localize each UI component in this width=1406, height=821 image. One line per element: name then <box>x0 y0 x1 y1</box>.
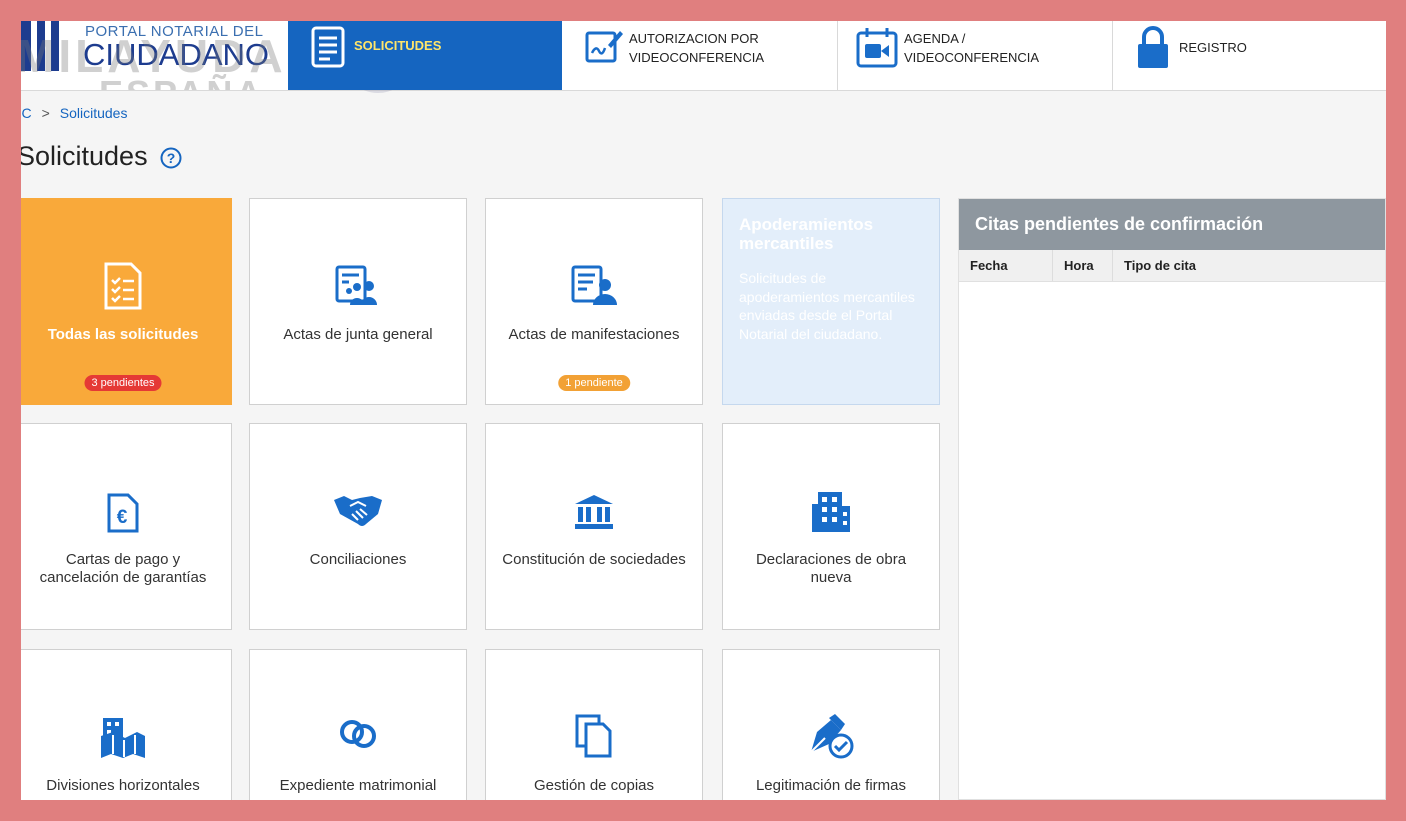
svg-text:?: ? <box>167 150 176 166</box>
card-cartas-de-pago[interactable]: € Cartas de pago y cancelación de garant… <box>21 423 232 630</box>
card-label-line1: Declaraciones de obra <box>755 551 907 568</box>
card-label-line1: Cartas de pago y <box>65 551 181 568</box>
card-label: Divisiones horizontales <box>46 777 200 794</box>
breadcrumb: PNC > Solicitudes <box>21 105 127 121</box>
calendar-video-icon <box>856 28 898 68</box>
nav-agenda-line2: VIDEOCONFERENCIA <box>904 50 1040 65</box>
card-label: Constitución de sociedades <box>502 551 686 568</box>
building-icon <box>812 492 850 532</box>
breadcrumb-root[interactable]: PNC <box>21 105 32 121</box>
card-todas-las-solicitudes[interactable]: Todas las solicitudes 3 pendientes <box>21 198 232 405</box>
citas-panel-title: Citas pendientes de confirmación <box>975 214 1264 234</box>
watermark-line2: ESPAÑA <box>99 73 264 90</box>
svg-text:€: € <box>117 507 128 528</box>
app-window: PORTAL NOTARIAL DEL CIUDADANO MILAYUDA S … <box>21 21 1386 800</box>
person-document-icon <box>571 265 617 305</box>
card-label: Declaraciones de obra nueva <box>731 551 931 587</box>
handshake-icon <box>334 496 382 526</box>
meeting-document-icon <box>335 265 377 305</box>
institution-icon <box>575 495 613 529</box>
pending-badge: 3 pendientes <box>84 375 162 391</box>
card-expediente-matrimonial[interactable]: Expediente matrimonial <box>249 649 467 800</box>
portal-logo[interactable]: PORTAL NOTARIAL DEL CIUDADANO MILAYUDAS … <box>21 21 288 90</box>
card-declaraciones-obra-nueva[interactable]: Declaraciones de obra nueva <box>722 423 940 630</box>
chevron-right-icon: > <box>41 105 50 121</box>
nav-autorizacion-videoconferencia[interactable]: AUTORIZACION POR VIDEOCONFERENCIA <box>562 21 838 90</box>
card-actas-manifestaciones[interactable]: Actas de manifestaciones 1 pendiente <box>485 198 703 405</box>
card-label: Cartas de pago y cancelación de garantía… <box>23 551 223 587</box>
nav-agenda-line1: AGENDA / <box>904 31 966 46</box>
lock-icon <box>1138 26 1168 68</box>
card-label: Gestión de copias <box>533 777 655 794</box>
card-apoderamientos-mercantiles[interactable]: Apoderamientos mercantiles Solicitudes d… <box>722 198 940 405</box>
card-legitimacion-firmas[interactable]: Legitimación de firmas <box>722 649 940 800</box>
document-list-icon <box>311 26 345 68</box>
top-header: PORTAL NOTARIAL DEL CIUDADANO MILAYUDA S … <box>21 21 1386 93</box>
citas-panel-header: Citas pendientes de confirmación <box>959 199 1385 250</box>
card-label: Actas de junta general <box>283 326 433 343</box>
card-label: Legitimación de firmas <box>755 777 907 794</box>
citas-table-header: Fecha Hora Tipo de cita <box>959 250 1385 282</box>
card-divisiones-horizontales[interactable]: Divisiones horizontales <box>21 649 232 800</box>
card-actas-junta-general[interactable]: Actas de junta general <box>249 198 467 405</box>
copies-icon <box>575 714 612 758</box>
card-conciliaciones[interactable]: Conciliaciones <box>249 423 467 630</box>
card-gestion-copias[interactable]: Gestión de copias <box>485 649 703 800</box>
euro-document-icon: € <box>107 493 139 533</box>
city-map-icon <box>101 718 145 758</box>
checklist-icon <box>104 262 142 310</box>
citas-pendientes-panel: Citas pendientes de confirmación Fecha H… <box>958 198 1386 800</box>
pending-badge: 1 pendiente <box>558 375 630 391</box>
card-label-line2: nueva <box>810 569 852 586</box>
nav-registro[interactable]: REGISTRO <box>1112 21 1386 90</box>
page-title: Solicitudes <box>21 141 148 171</box>
card-label: Conciliaciones <box>309 551 407 568</box>
card-title: Apoderamientos mercantiles <box>739 215 874 253</box>
column-fecha[interactable]: Fecha <box>959 250 1053 281</box>
nav-solicitudes[interactable]: SOLICITUDES <box>288 21 562 90</box>
card-label: Todas las solicitudes <box>47 326 199 343</box>
column-hora[interactable]: Hora <box>1053 250 1113 281</box>
nav-autorizacion-line2: VIDEOCONFERENCIA <box>629 50 765 65</box>
help-icon[interactable]: ? <box>160 147 182 169</box>
rings-icon <box>340 720 376 748</box>
breadcrumb-current[interactable]: Solicitudes <box>60 105 128 121</box>
pen-check-icon <box>810 714 854 759</box>
card-constitucion-sociedades[interactable]: Constitución de sociedades <box>485 423 703 630</box>
nav-autorizacion-line1: AUTORIZACION POR <box>629 31 759 46</box>
nav-registro-label: REGISTRO <box>1179 40 1247 55</box>
card-label-line2: cancelación de garantías <box>39 569 207 586</box>
nav-agenda-videoconferencia[interactable]: AGENDA / VIDEOCONFERENCIA <box>837 21 1113 90</box>
signature-edit-icon <box>585 31 623 63</box>
nav-solicitudes-label: SOLICITUDES <box>354 38 442 53</box>
card-description: Solicitudes de apoderamientos mercantile… <box>739 270 915 342</box>
column-tipo-de-cita[interactable]: Tipo de cita <box>1113 250 1313 281</box>
card-label: Expediente matrimonial <box>279 777 437 794</box>
card-label: Actas de manifestaciones <box>508 326 680 343</box>
